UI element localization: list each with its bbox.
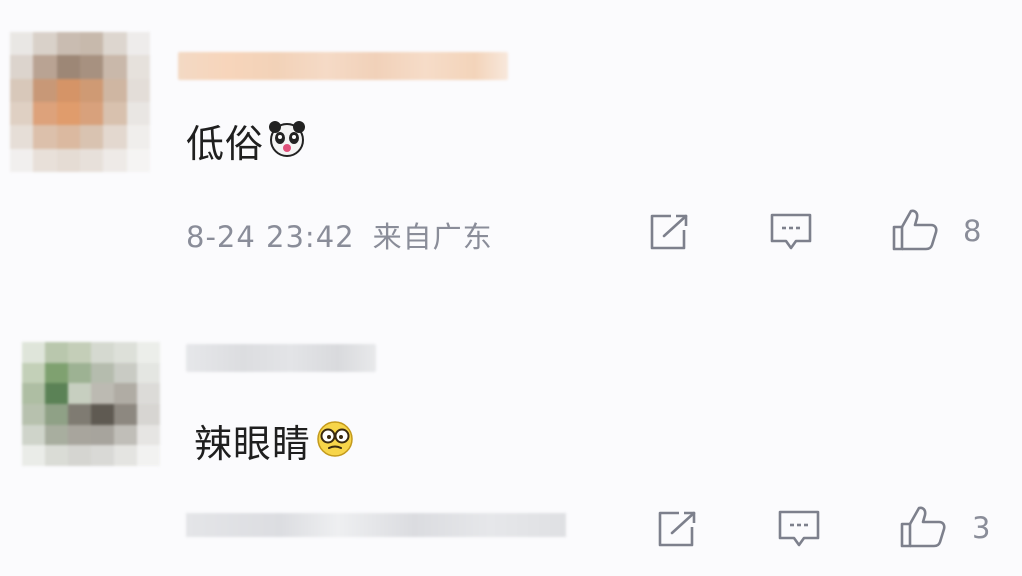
like-button[interactable] — [890, 206, 940, 254]
glasses-face-emoji — [314, 418, 356, 470]
timestamp-redacted — [186, 513, 566, 537]
username-redacted[interactable] — [178, 52, 508, 80]
reply-button[interactable] — [766, 208, 816, 256]
timestamp: 8-24 23:42 — [186, 220, 355, 254]
comment-list: 低俗 8-24 23:42 来自广东 8 辣眼睛 3 — [0, 0, 1022, 576]
comment-meta: 8-24 23:42 来自广东 — [186, 214, 493, 256]
like-count: 3 — [972, 511, 991, 545]
comment-text: 辣眼睛 — [194, 418, 356, 470]
share-icon — [650, 214, 688, 250]
reply-button[interactable] — [774, 505, 824, 553]
thumbs-up-icon — [900, 506, 946, 548]
comment-icon — [770, 213, 812, 250]
thumbs-up-icon — [892, 209, 938, 251]
panda-face-emoji — [267, 119, 307, 169]
share-button[interactable] — [644, 208, 694, 256]
like-button[interactable] — [898, 503, 948, 551]
comment-body: 低俗 — [186, 122, 265, 166]
location: 来自广东 — [372, 220, 493, 254]
avatar[interactable] — [22, 342, 160, 466]
comment-text: 低俗 — [186, 119, 307, 169]
avatar[interactable] — [10, 32, 150, 172]
share-button[interactable] — [652, 505, 702, 553]
share-icon — [658, 511, 696, 547]
comment-icon — [778, 510, 820, 547]
comment-body: 辣眼睛 — [194, 422, 312, 466]
like-count: 8 — [963, 214, 982, 248]
username-redacted[interactable] — [186, 344, 376, 372]
